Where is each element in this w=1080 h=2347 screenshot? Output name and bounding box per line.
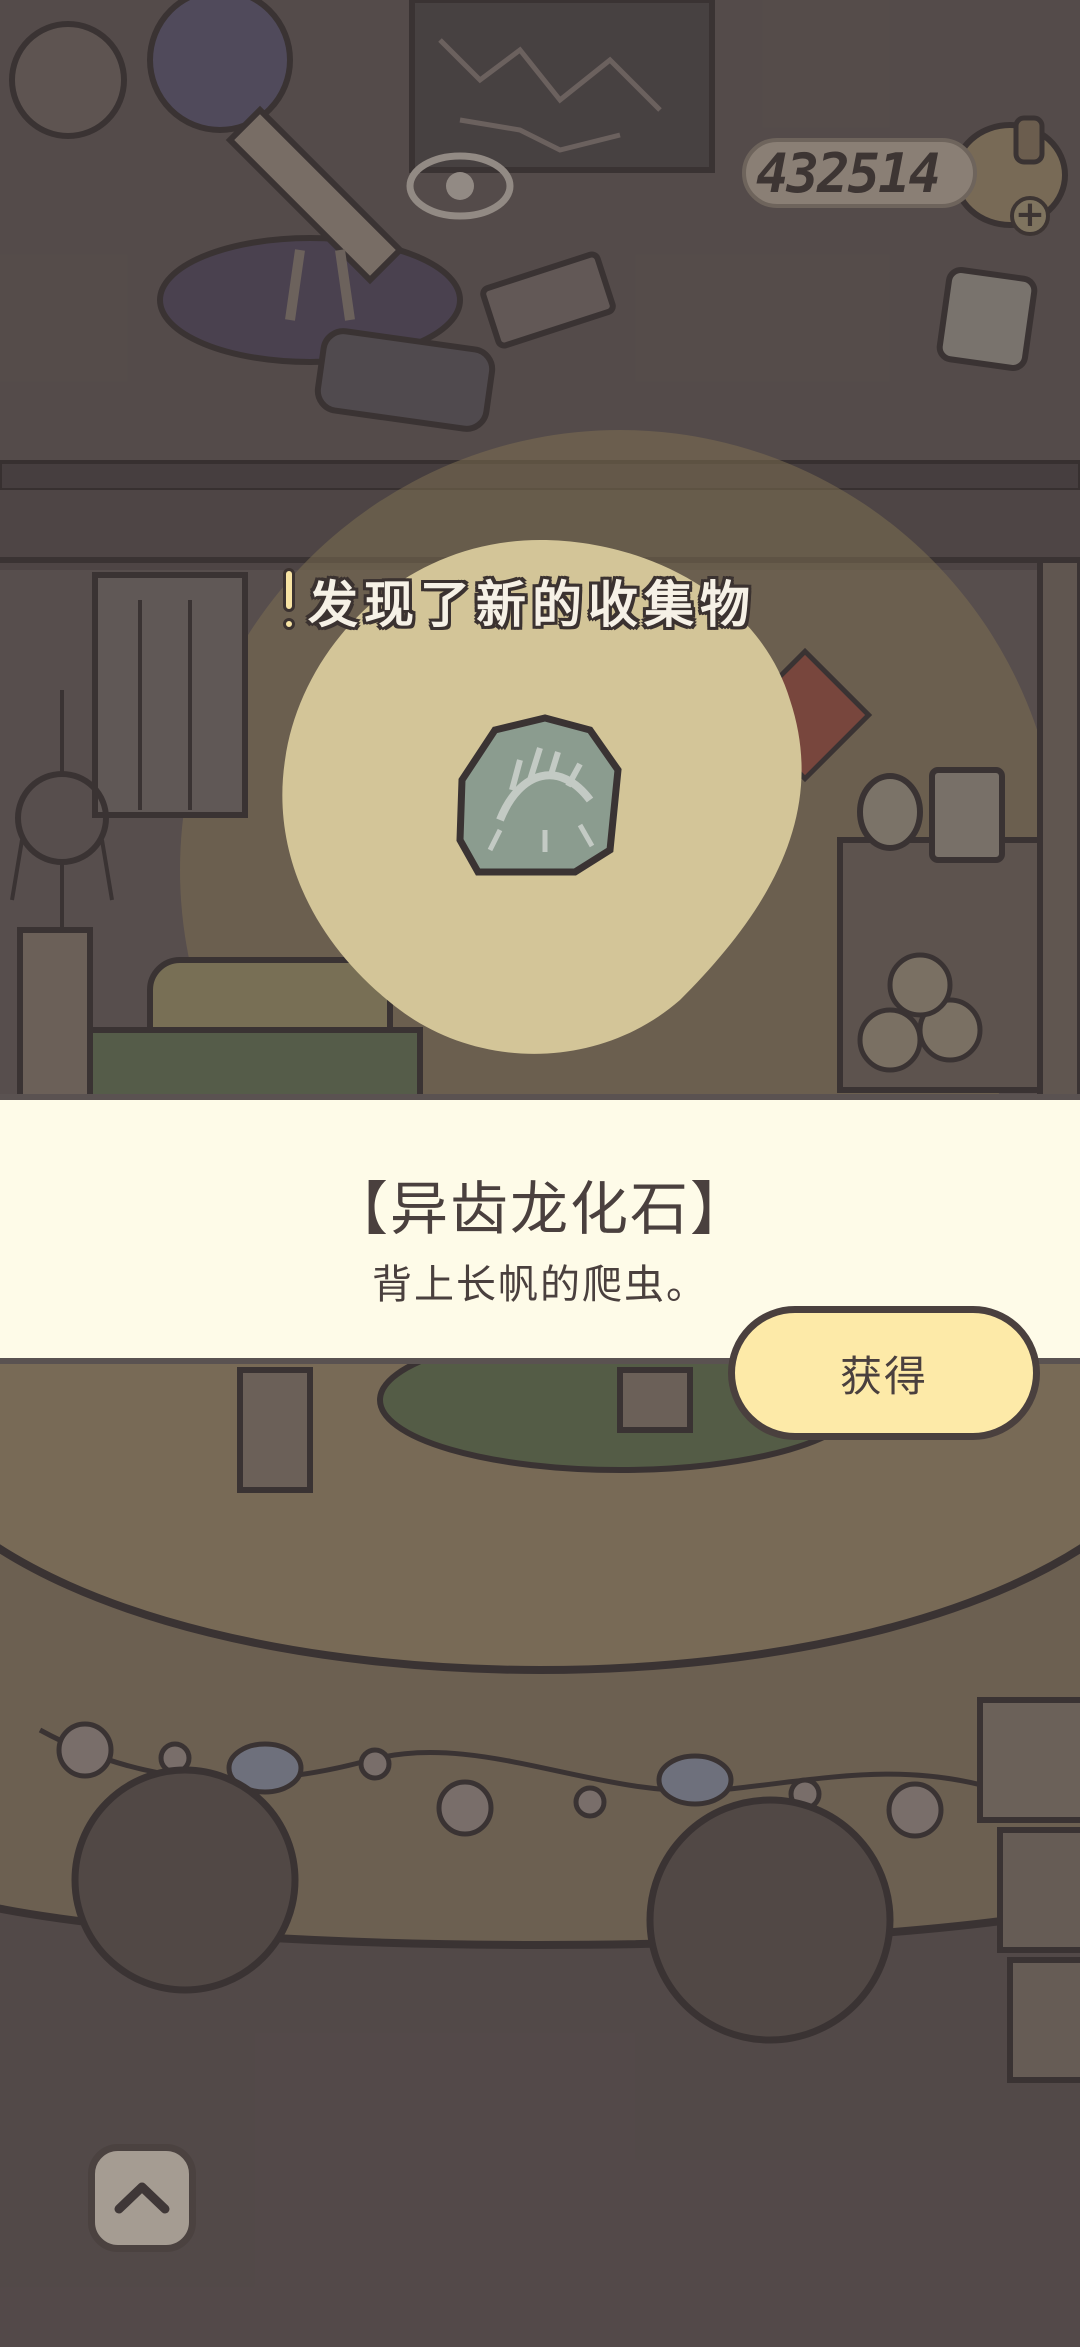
item-description: 背上长帆的爬虫。 <box>372 1262 708 1308</box>
discovery-banner: 发现了新的收集物 <box>280 566 756 636</box>
exclamation-icon <box>280 568 298 634</box>
scroll-up-button[interactable] <box>88 2144 196 2252</box>
discovery-text: 发现了新的收集物 <box>308 576 756 634</box>
obtain-button-label: 获得 <box>839 1351 928 1401</box>
game-screen: 432514 + 发现了新的收集物 【异齿龙化石】 背上长帆的爬虫。 获得 <box>0 0 1080 2347</box>
coin-amount: 432514 <box>756 142 941 205</box>
coin-counter: 432514 <box>742 130 992 214</box>
obtain-button[interactable]: 获得 <box>728 1306 1040 1440</box>
plus-icon[interactable]: + <box>1010 196 1050 236</box>
item-name: 【异齿龙化石】 <box>329 1175 750 1243</box>
chevron-up-icon <box>114 2182 170 2214</box>
